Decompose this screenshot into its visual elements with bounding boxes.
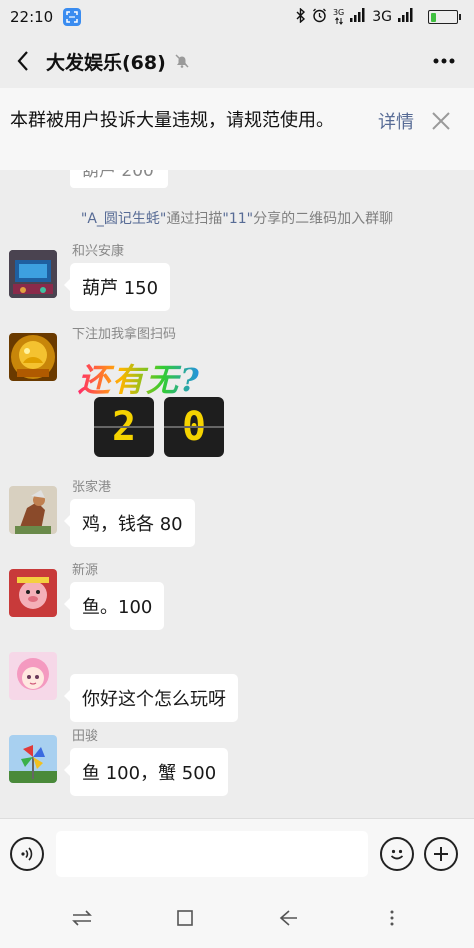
home-button[interactable] bbox=[165, 898, 205, 938]
signal-small: 3G bbox=[333, 9, 344, 25]
back-icon bbox=[17, 51, 28, 71]
sender-name: 和兴安康 bbox=[72, 244, 125, 259]
network-label: 3G bbox=[372, 9, 392, 25]
sender-name: 张家港 bbox=[72, 480, 112, 495]
system-message-suffix: 分享的二维码加入群聊 bbox=[253, 211, 394, 227]
scan-icon bbox=[63, 8, 82, 26]
back-nav-button[interactable] bbox=[269, 898, 309, 938]
message-bubble[interactable]: 葫芦 150 bbox=[63, 263, 171, 311]
more-icon bbox=[433, 58, 455, 64]
notice-detail-link[interactable]: 详情 bbox=[378, 108, 414, 134]
sticker-digit: 2 bbox=[111, 404, 137, 450]
sticker-digit-tile: 0 bbox=[164, 397, 224, 457]
avatar[interactable] bbox=[9, 486, 57, 534]
notice-close-button[interactable] bbox=[430, 110, 452, 136]
avatar[interactable] bbox=[9, 735, 57, 783]
bluetooth-icon bbox=[296, 6, 306, 27]
message-text: 葫芦 150 bbox=[82, 278, 159, 299]
nav-menu-button[interactable] bbox=[372, 898, 412, 938]
avatar[interactable] bbox=[9, 333, 57, 381]
alarm-icon bbox=[312, 8, 327, 27]
emoji-button[interactable] bbox=[380, 836, 414, 871]
sticker-message[interactable]: 还有无? 2 0 bbox=[78, 355, 248, 465]
chat-header: 大发娱乐(68) bbox=[0, 34, 474, 88]
more-functions-button[interactable] bbox=[424, 836, 458, 871]
avatar[interactable] bbox=[9, 250, 57, 298]
sticker-text: 还有无? bbox=[78, 355, 248, 401]
sender-name: 新源 bbox=[72, 563, 99, 578]
chat-title: 大发娱乐(68) bbox=[46, 51, 166, 74]
system-nav-bar bbox=[0, 888, 474, 948]
signal-icon-2 bbox=[398, 8, 414, 26]
plus-icon bbox=[434, 846, 448, 861]
system-message-name[interactable]: "A_圆记生蚝" bbox=[81, 211, 166, 227]
notice-text: 本群被用户投诉大量违规，请规范使用。 bbox=[10, 110, 334, 131]
sender-name: 下注加我拿图扫码 bbox=[72, 327, 177, 342]
message-bubble[interactable]: 你好这个怎么玩呀 bbox=[64, 674, 238, 722]
message-input[interactable] bbox=[56, 830, 368, 877]
message-bubble[interactable]: 鱼 100，蟹 500 bbox=[63, 748, 229, 796]
emoji-icon bbox=[390, 849, 404, 859]
message-text: 鸡，钱各 80 bbox=[82, 514, 183, 535]
voice-button[interactable] bbox=[10, 836, 44, 871]
close-icon bbox=[432, 112, 450, 130]
avatar[interactable] bbox=[9, 569, 57, 617]
nav-menu-icon bbox=[390, 910, 394, 926]
sticker-digits: 2 0 bbox=[94, 397, 224, 457]
system-message-sharer[interactable]: "11" bbox=[222, 211, 253, 227]
mute-icon bbox=[174, 53, 190, 69]
signal-icon bbox=[350, 8, 366, 26]
system-message-middle: 通过扫描 bbox=[166, 211, 223, 227]
sticker-digit-tile: 2 bbox=[94, 397, 154, 457]
complaint-notice: 本群被用户投诉大量违规，请规范使用。 详情 bbox=[0, 88, 474, 170]
message-text: 鱼。100 bbox=[82, 597, 153, 618]
message-text: 鱼 100，蟹 500 bbox=[82, 763, 217, 784]
recent-apps-button[interactable] bbox=[62, 898, 102, 938]
message-text: 你好这个怎么玩呀 bbox=[82, 689, 226, 710]
recent-apps-icon bbox=[71, 910, 92, 926]
message-bubble[interactable]: 鱼。100 bbox=[63, 582, 165, 630]
network-small-label: 3G bbox=[332, 8, 345, 17]
more-button[interactable] bbox=[414, 34, 474, 88]
voice-icon bbox=[21, 846, 33, 861]
status-bar: 22:10 3G 3G bbox=[0, 0, 474, 34]
sticker-digit: 0 bbox=[181, 404, 207, 450]
system-message: "A_圆记生蚝"通过扫描"11"分享的二维码加入群聊 bbox=[0, 208, 474, 228]
back-button[interactable] bbox=[0, 34, 46, 88]
back-nav-icon bbox=[279, 910, 297, 926]
status-indicators: 3G 3G bbox=[296, 6, 464, 27]
avatar[interactable] bbox=[9, 652, 57, 700]
status-time: 22:10 bbox=[10, 8, 54, 26]
message-bubble[interactable]: 鸡，钱各 80 bbox=[64, 499, 195, 547]
home-icon bbox=[177, 910, 194, 926]
input-bar bbox=[0, 818, 474, 888]
battery-icon bbox=[428, 10, 461, 24]
sender-name: 田骏 bbox=[72, 729, 99, 744]
